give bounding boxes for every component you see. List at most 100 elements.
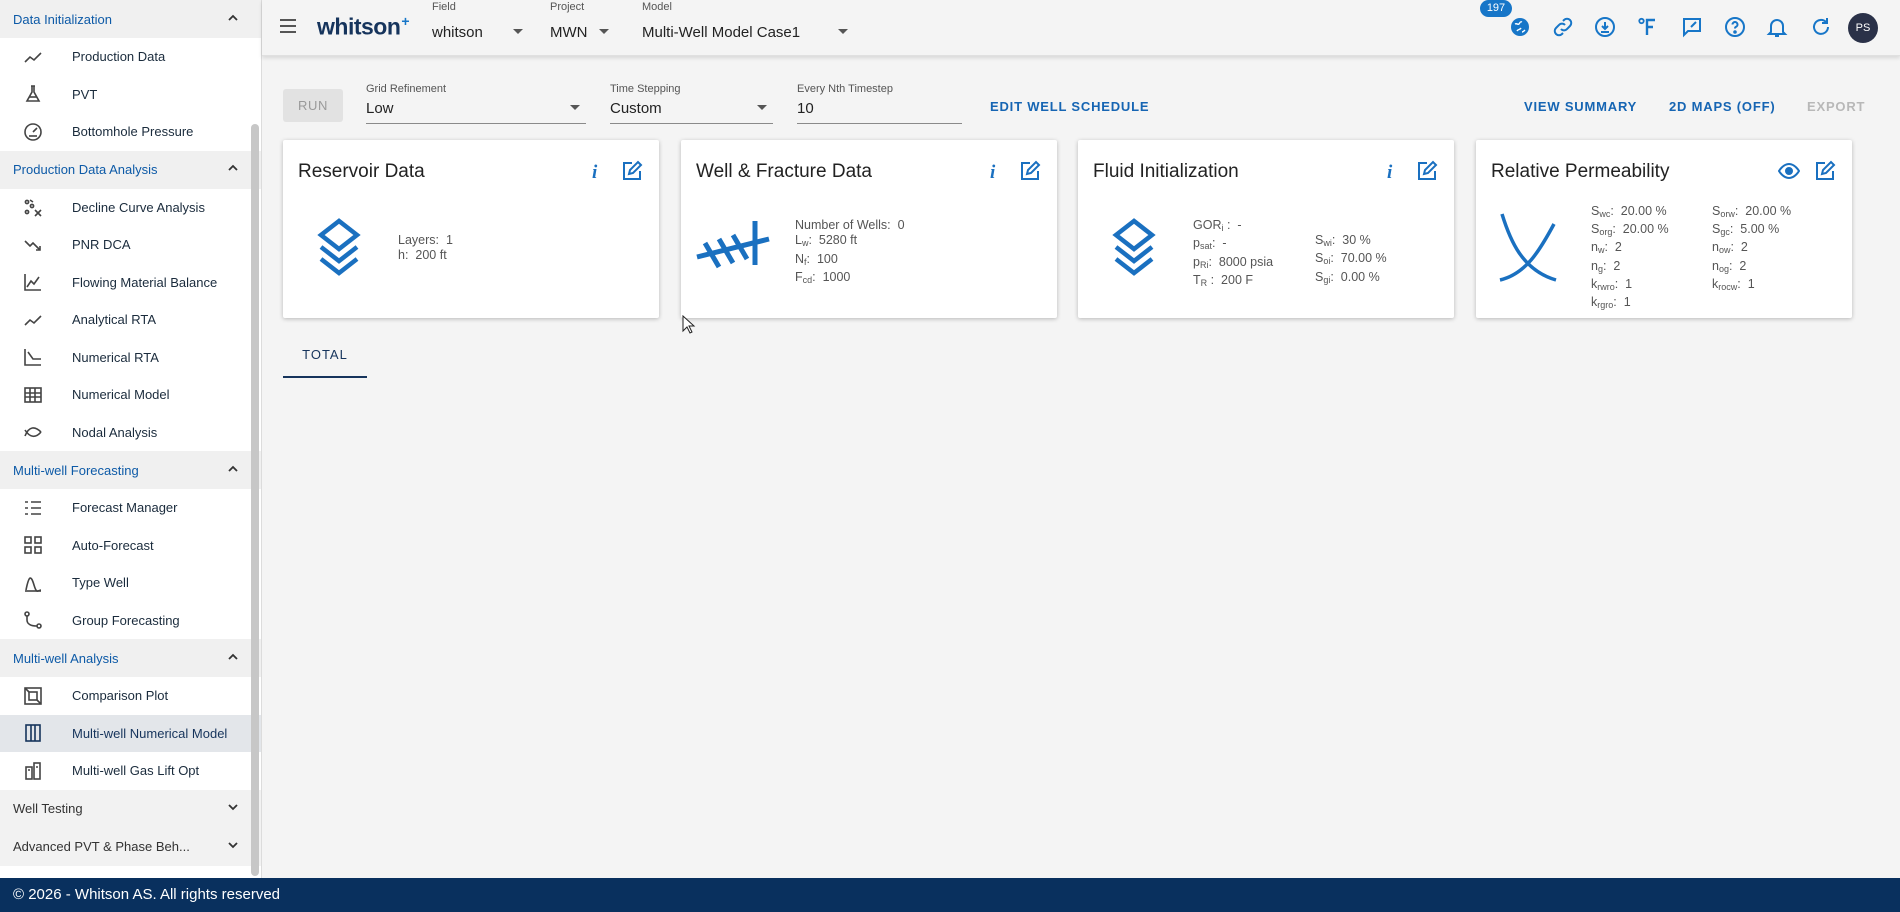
help-icon[interactable]: [1723, 15, 1747, 39]
sidebar-item[interactable]: Auto-Forecast: [0, 527, 261, 565]
line-chart-icon: [22, 271, 44, 293]
tab-total[interactable]: TOTAL: [283, 340, 367, 378]
2d-maps-button[interactable]: 2D MAPS (OFF): [1669, 99, 1775, 114]
sidebar-item[interactable]: Multi-well Gas Lift Opt: [0, 752, 261, 790]
edit-icon[interactable]: [1416, 160, 1438, 182]
info-icon[interactable]: i: [983, 160, 1005, 183]
sidebar-section-header[interactable]: Multi-well Forecasting: [0, 451, 261, 489]
model-select[interactable]: Model Multi-Well Model Case1: [642, 0, 862, 56]
layers-icon: [307, 215, 371, 279]
link-icon[interactable]: [1551, 15, 1575, 39]
sidebar-item[interactable]: Comparison Plot: [0, 677, 261, 715]
sidebar-item-label: Nodal Analysis: [72, 424, 158, 440]
sidebar-item-label: Comparison Plot: [72, 688, 169, 704]
chevron-up-icon[interactable]: [227, 463, 239, 478]
sidebar-item[interactable]: PNR DCA: [0, 226, 261, 264]
edit-well-schedule-button[interactable]: EDIT WELL SCHEDULE: [990, 99, 1149, 114]
notification-badge[interactable]: 197: [1480, 0, 1512, 17]
sorw-value: 20.00 %: [1745, 204, 1792, 218]
sidebar-item[interactable]: Forecast Manager: [0, 489, 261, 527]
chevron-up-icon[interactable]: [227, 162, 239, 177]
sidebar-section-header[interactable]: Multi-well Analysis: [0, 639, 261, 677]
fahrenheit-icon[interactable]: [1636, 15, 1660, 39]
svg-text:i: i: [990, 162, 996, 182]
footer: © 2026 - Whitson AS. All rights reserved: [0, 878, 1900, 912]
sidebar-item[interactable]: Decline Curve Analysis: [0, 189, 261, 227]
sgc-value: 5.00 %: [1740, 222, 1780, 237]
time-stepping-select[interactable]: Time Stepping Custom: [610, 82, 773, 124]
feedback-icon[interactable]: [1680, 15, 1704, 39]
app-logo[interactable]: whitson+: [317, 13, 410, 41]
sidebar-item[interactable]: Group Forecasting: [0, 602, 261, 640]
chevron-down-icon[interactable]: [227, 839, 239, 854]
sidebar-item-label: Numerical RTA: [72, 349, 159, 365]
globe-icon[interactable]: [1508, 15, 1532, 39]
sidebar-section-header[interactable]: Production Data Analysis: [0, 150, 261, 189]
download-icon[interactable]: [1593, 15, 1617, 39]
krwro-value: 1: [1625, 276, 1633, 291]
sidebar-item-label: Multi-well Numerical Model: [72, 725, 228, 741]
time-stepping-label: Time Stepping: [610, 83, 681, 95]
top-bar: whitson+ Field whitson Project MWN Model…: [262, 0, 1900, 56]
sidebar-item[interactable]: Production Data: [0, 38, 261, 76]
eye-icon[interactable]: [1777, 160, 1801, 182]
sidebar-item[interactable]: PVT: [0, 76, 261, 114]
sidebar-scrollbar[interactable]: [251, 124, 259, 876]
sidebar-section-header[interactable]: Data Initialization: [0, 0, 261, 38]
chevron-up-icon[interactable]: [227, 12, 239, 27]
sidebar-item[interactable]: Analytical RTA: [0, 301, 261, 339]
sidebar-item-label: Decline Curve Analysis: [72, 199, 205, 215]
sidebar-item-label: Bottomhole Pressure: [72, 124, 194, 140]
svg-text:i: i: [592, 162, 598, 182]
menu-icon[interactable]: [277, 16, 299, 36]
project-select[interactable]: Project MWN: [550, 0, 620, 56]
edit-icon[interactable]: [1019, 160, 1041, 182]
chevron-down-icon[interactable]: [227, 801, 239, 816]
fracture-icon: [695, 215, 771, 279]
run-button[interactable]: RUN: [283, 89, 343, 122]
view-summary-button[interactable]: VIEW SUMMARY: [1524, 99, 1637, 114]
sidebar-item[interactable]: Nodal Analysis: [0, 414, 261, 452]
info-icon[interactable]: i: [585, 160, 607, 183]
field-value: whitson: [432, 24, 483, 41]
h-value: 200 ft: [415, 248, 447, 263]
sidebar-item-label: Production Data: [72, 49, 166, 65]
pri-value: 8000 psia: [1218, 254, 1274, 269]
field-select[interactable]: Field whitson: [432, 0, 532, 56]
fluid-info-right: Swi: 30 % Soi: 70.00 % Sgi: 0.00 %: [1315, 233, 1387, 285]
fcd-value: 1000: [822, 270, 851, 285]
nth-timestep-label: Every Nth Timestep: [797, 83, 893, 95]
sidebar-item[interactable]: Type Well: [0, 564, 261, 602]
krgro-value: 1: [1623, 295, 1631, 310]
avatar[interactable]: PS: [1848, 13, 1878, 43]
relperm-info-right: Sorw: 20.00 % Sgc: 5.00 % now: 2 nog: 2 …: [1712, 204, 1792, 292]
sidebar-item[interactable]: Numerical Model: [0, 376, 261, 414]
sidebar-section-header[interactable]: Well Testing: [0, 789, 261, 828]
sidebar-item[interactable]: Numerical RTA: [0, 339, 261, 377]
trend-line-icon: [22, 309, 44, 331]
edit-icon[interactable]: [1814, 160, 1836, 182]
lw-value: 5280 ft: [818, 233, 858, 248]
reservoir-data-card: Reservoir Data i Layers: 1 h: 200 ft: [283, 140, 659, 318]
sidebar-item[interactable]: Flowing Material Balance: [0, 264, 261, 302]
sidebar-section-label: Production Data Analysis: [13, 162, 158, 177]
h-label: h:: [398, 248, 409, 263]
sidebar-item-label: Auto-Forecast: [72, 537, 154, 553]
logo-plus: +: [401, 13, 410, 29]
refresh-icon[interactable]: [1809, 15, 1833, 39]
sidebar-section-header[interactable]: Advanced PVT & Phase Beh...: [0, 827, 261, 866]
bell-icon[interactable]: [1765, 15, 1789, 39]
grid-refinement-select[interactable]: Grid Refinement Low: [366, 82, 586, 124]
nth-timestep-field[interactable]: Every Nth Timestep 10: [797, 82, 962, 124]
sidebar-item[interactable]: Multi-well Numerical Model: [0, 714, 261, 752]
info-icon[interactable]: i: [1380, 160, 1402, 183]
sidebar-item-label: Multi-well Gas Lift Opt: [72, 763, 200, 779]
num-wells-label: Number of Wells:: [795, 218, 891, 232]
chevron-up-icon[interactable]: [227, 651, 239, 666]
relperm-info-left: Swc: 20.00 % Sorg: 20.00 % nw: 2 ng: 2 k…: [1591, 204, 1669, 311]
edit-icon[interactable]: [621, 160, 643, 182]
model-label: Model: [642, 1, 672, 13]
sidebar-item-label: PVT: [72, 86, 98, 102]
sidebar-item[interactable]: Bottomhole Pressure: [0, 113, 261, 151]
export-button[interactable]: EXPORT: [1807, 99, 1865, 114]
